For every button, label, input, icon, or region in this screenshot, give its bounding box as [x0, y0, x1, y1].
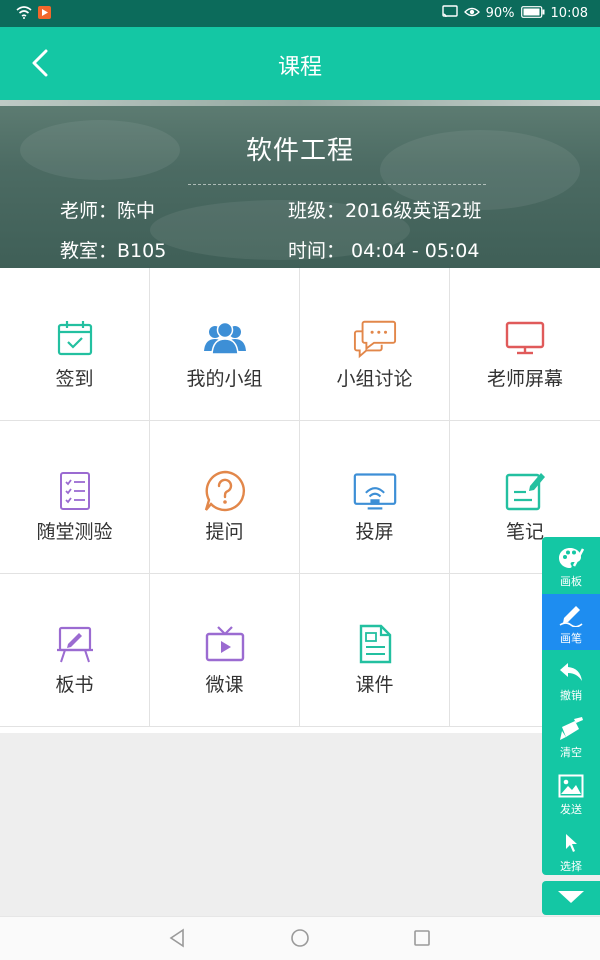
course-name: 软件工程 [245, 136, 354, 166]
easel-icon [53, 622, 97, 666]
toolbar-collapse-button[interactable] [542, 881, 600, 915]
document-icon [353, 622, 397, 666]
group-icon [203, 316, 247, 360]
tool-clear[interactable]: 清空 [542, 708, 600, 764]
tool-label: 撤销 [560, 689, 582, 702]
feature-teacher-screen[interactable]: 老师屏幕 [450, 268, 600, 421]
battery-icon [520, 5, 545, 22]
note-edit-icon [503, 469, 547, 513]
feature-label: 签到 [55, 368, 94, 390]
palette-icon [558, 545, 584, 571]
nav-home-button[interactable] [289, 929, 311, 951]
nav-back-button[interactable] [166, 928, 188, 952]
triangle-down-icon [557, 889, 585, 908]
feature-grid: 签到 我的小组 小组讨论 老师屏幕 随堂测验 提问 投屏 笔记 板书 微课 课件 [0, 268, 600, 733]
tool-palette[interactable]: 画板 [542, 537, 600, 593]
feature-micro-lesson[interactable]: 微课 [150, 574, 300, 727]
board-frame [0, 100, 600, 106]
feature-label: 我的小组 [186, 368, 263, 390]
page-title: 课程 [277, 55, 322, 80]
tool-select[interactable]: 选择 [542, 822, 600, 878]
tool-send[interactable]: 发送 [542, 765, 600, 821]
calendar-check-icon [53, 316, 97, 360]
course-header: 软件工程 老师：陈中 班级：2016级英语2班 教室：B105 时间： 04:0… [0, 100, 600, 268]
pen-icon [558, 602, 584, 628]
image-send-icon [558, 773, 584, 799]
tool-undo[interactable]: 撤销 [542, 651, 600, 707]
monitor-icon [503, 316, 547, 360]
back-triangle-icon [168, 928, 186, 952]
feature-quiz[interactable]: 随堂测验 [0, 421, 150, 574]
tool-label: 画板 [560, 575, 582, 588]
feature-question[interactable]: 提问 [150, 421, 300, 574]
system-nav-bar [0, 916, 600, 960]
chat-bubbles-icon [353, 316, 397, 360]
tool-label: 选择 [560, 860, 582, 873]
broom-icon [558, 716, 584, 742]
wifi-icon [16, 6, 32, 23]
cast-icon [441, 5, 458, 22]
feature-label: 小组讨论 [336, 368, 413, 390]
undo-icon [558, 659, 584, 685]
nav-recents-button[interactable] [411, 929, 433, 951]
app-notification-icon [38, 6, 51, 23]
feature-label: 课件 [355, 674, 394, 696]
feature-blackboard[interactable]: 板书 [0, 574, 150, 727]
tool-label: 画笔 [560, 632, 582, 645]
eye-comfort-icon [463, 6, 480, 22]
feature-label: 随堂测验 [36, 521, 113, 543]
tool-label: 清空 [560, 746, 582, 759]
feature-group-discussion[interactable]: 小组讨论 [300, 268, 450, 421]
app-bar: 课程 [0, 27, 600, 100]
clock: 10:08 [550, 6, 588, 21]
home-circle-icon [290, 928, 310, 952]
checklist-icon [53, 469, 97, 513]
status-bar: 90% 10:08 [0, 0, 600, 27]
screen-cast-icon [353, 469, 397, 513]
teacher-info: 老师：陈中 [60, 200, 156, 222]
feature-label: 提问 [205, 521, 244, 543]
class-info: 班级：2016级英语2班 [288, 200, 482, 222]
feature-label: 笔记 [505, 521, 544, 543]
cursor-icon [562, 830, 580, 856]
feature-label: 老师屏幕 [486, 368, 563, 390]
question-icon [203, 469, 247, 513]
feature-screen-cast[interactable]: 投屏 [300, 421, 450, 574]
time-info: 时间： 04:04 - 05:04 [288, 240, 480, 262]
classroom-info: 教室：B105 [60, 240, 167, 262]
feature-label: 投屏 [355, 521, 394, 543]
recents-square-icon [413, 929, 431, 951]
header-divider [188, 184, 486, 185]
feature-label: 板书 [55, 674, 94, 696]
tool-label: 发送 [560, 803, 582, 816]
feature-courseware[interactable]: 课件 [300, 574, 450, 727]
drawing-toolbar: 画板 画笔 撤销 清空 发送 选择 [542, 537, 600, 875]
battery-percent: 90% [485, 6, 515, 21]
tv-play-icon [203, 622, 247, 666]
feature-label: 微课 [205, 674, 244, 696]
feature-my-group[interactable]: 我的小组 [150, 268, 300, 421]
feature-checkin[interactable]: 签到 [0, 268, 150, 421]
tool-pen[interactable]: 画笔 [542, 594, 600, 650]
